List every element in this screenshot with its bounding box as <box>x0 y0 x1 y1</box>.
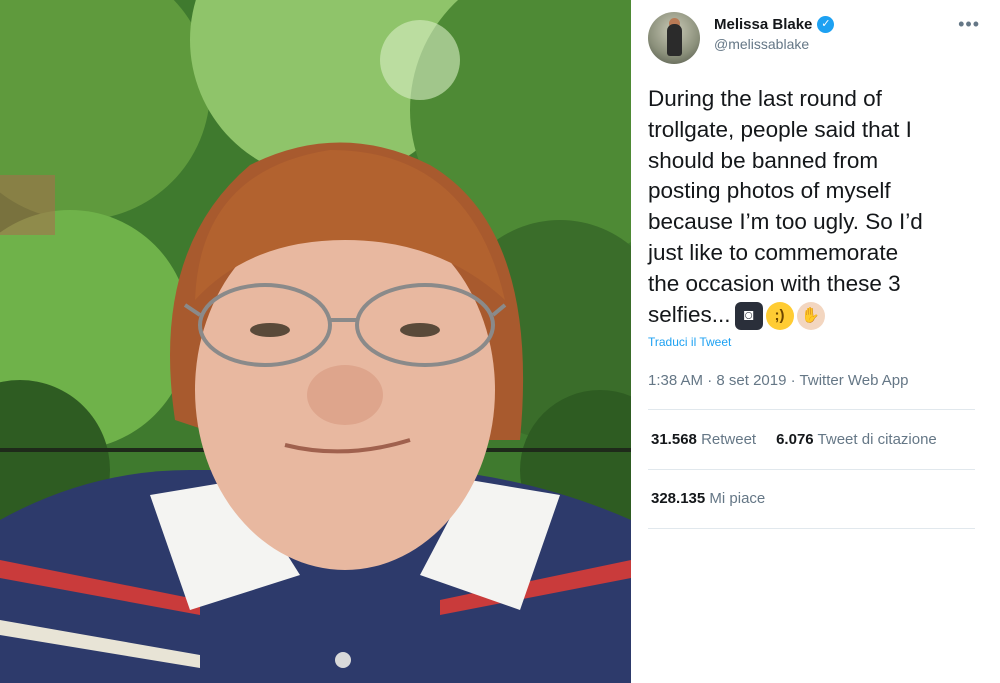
camera-with-flash-icon: ◙ <box>734 301 763 330</box>
likes-stats: 328.135 Mi piace <box>651 490 765 507</box>
name-row: Melissa Blake ✓ <box>714 16 835 33</box>
retweets-stat[interactable]: 31.568 Retweet <box>651 431 756 448</box>
tweet-body: During the last round of trollgate, peop… <box>648 86 923 327</box>
avatar-figure <box>667 24 682 56</box>
user-handle[interactable]: @melissablake <box>714 36 834 52</box>
quote-tweets-stat[interactable]: 6.076 Tweet di citazione <box>776 431 937 448</box>
engagement-stats: 31.568 Retweet 6.076 Tweet di citazione <box>651 431 937 448</box>
tweet-date[interactable]: 8 set 2019 <box>716 372 786 389</box>
author-names[interactable]: Melissa Blake ✓ @melissablake <box>714 16 835 52</box>
tweet-time[interactable]: 1:38 AM <box>648 372 703 389</box>
tweet-photo[interactable] <box>0 0 631 683</box>
selfie-image <box>0 0 631 683</box>
retweets-label: Retweet <box>701 431 757 448</box>
meta-separator: · <box>790 372 796 389</box>
tweet-text: During the last round of trollgate, peop… <box>648 84 983 330</box>
winking-face-icon: ;) <box>765 301 794 330</box>
tweet-source[interactable]: Twitter Web App <box>800 372 909 389</box>
avatar[interactable] <box>648 12 700 64</box>
emoji-group: ◙;) ✋ <box>734 301 825 330</box>
likes-stat[interactable]: 328.135 Mi piace <box>651 490 765 507</box>
likes-label: Mi piace <box>709 490 766 507</box>
display-name[interactable]: Melissa Blake <box>714 16 812 33</box>
quotes-label: Tweet di citazione <box>817 431 937 448</box>
verified-badge-icon: ✓ <box>817 16 835 33</box>
divider <box>648 409 975 410</box>
likes-count: 328.135 <box>651 490 706 507</box>
more-options-icon[interactable]: ••• <box>958 14 980 35</box>
tweet-panel: Melissa Blake ✓ @melissablake ••• During… <box>631 0 1000 683</box>
translate-tweet-link[interactable]: Traduci il Tweet <box>648 335 731 349</box>
meta-separator: · <box>707 372 713 389</box>
tweet-meta: 1:38 AM · 8 set 2019 · Twitter Web App <box>648 372 908 389</box>
waving-hand-icon: ✋ <box>796 301 825 330</box>
quotes-count: 6.076 <box>776 431 814 448</box>
tweet-header: Melissa Blake ✓ @melissablake ••• <box>648 12 980 68</box>
divider <box>648 528 975 529</box>
divider <box>648 469 975 470</box>
retweets-count: 31.568 <box>651 431 697 448</box>
